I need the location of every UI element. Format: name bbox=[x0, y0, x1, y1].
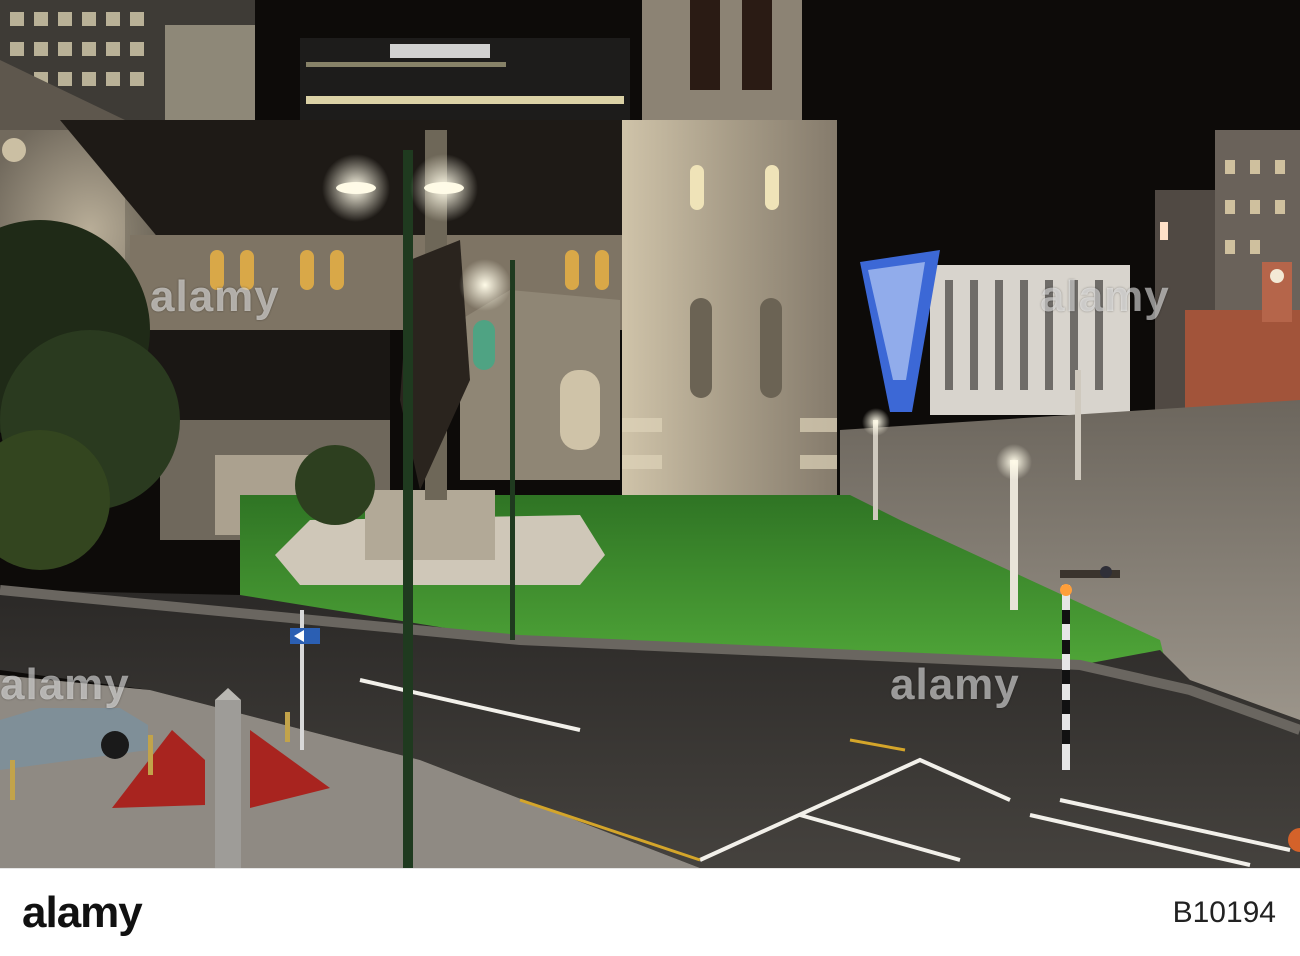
photo: alamy alamy alamy alamy bbox=[0, 0, 1300, 868]
tree-shrub bbox=[295, 445, 375, 525]
footer-separator bbox=[0, 868, 1300, 869]
night-scene bbox=[0, 0, 1300, 868]
watermark: alamy bbox=[150, 272, 280, 321]
alamy-logo[interactable]: alamy bbox=[22, 888, 143, 938]
watermark: alamy bbox=[0, 660, 130, 709]
watermark: alamy bbox=[890, 660, 1020, 709]
footer-bar: alamy B10194 bbox=[0, 868, 1300, 956]
office-building-center bbox=[300, 38, 630, 126]
watermark: alamy bbox=[1040, 272, 1170, 321]
image-id: B10194 bbox=[1172, 896, 1276, 929]
